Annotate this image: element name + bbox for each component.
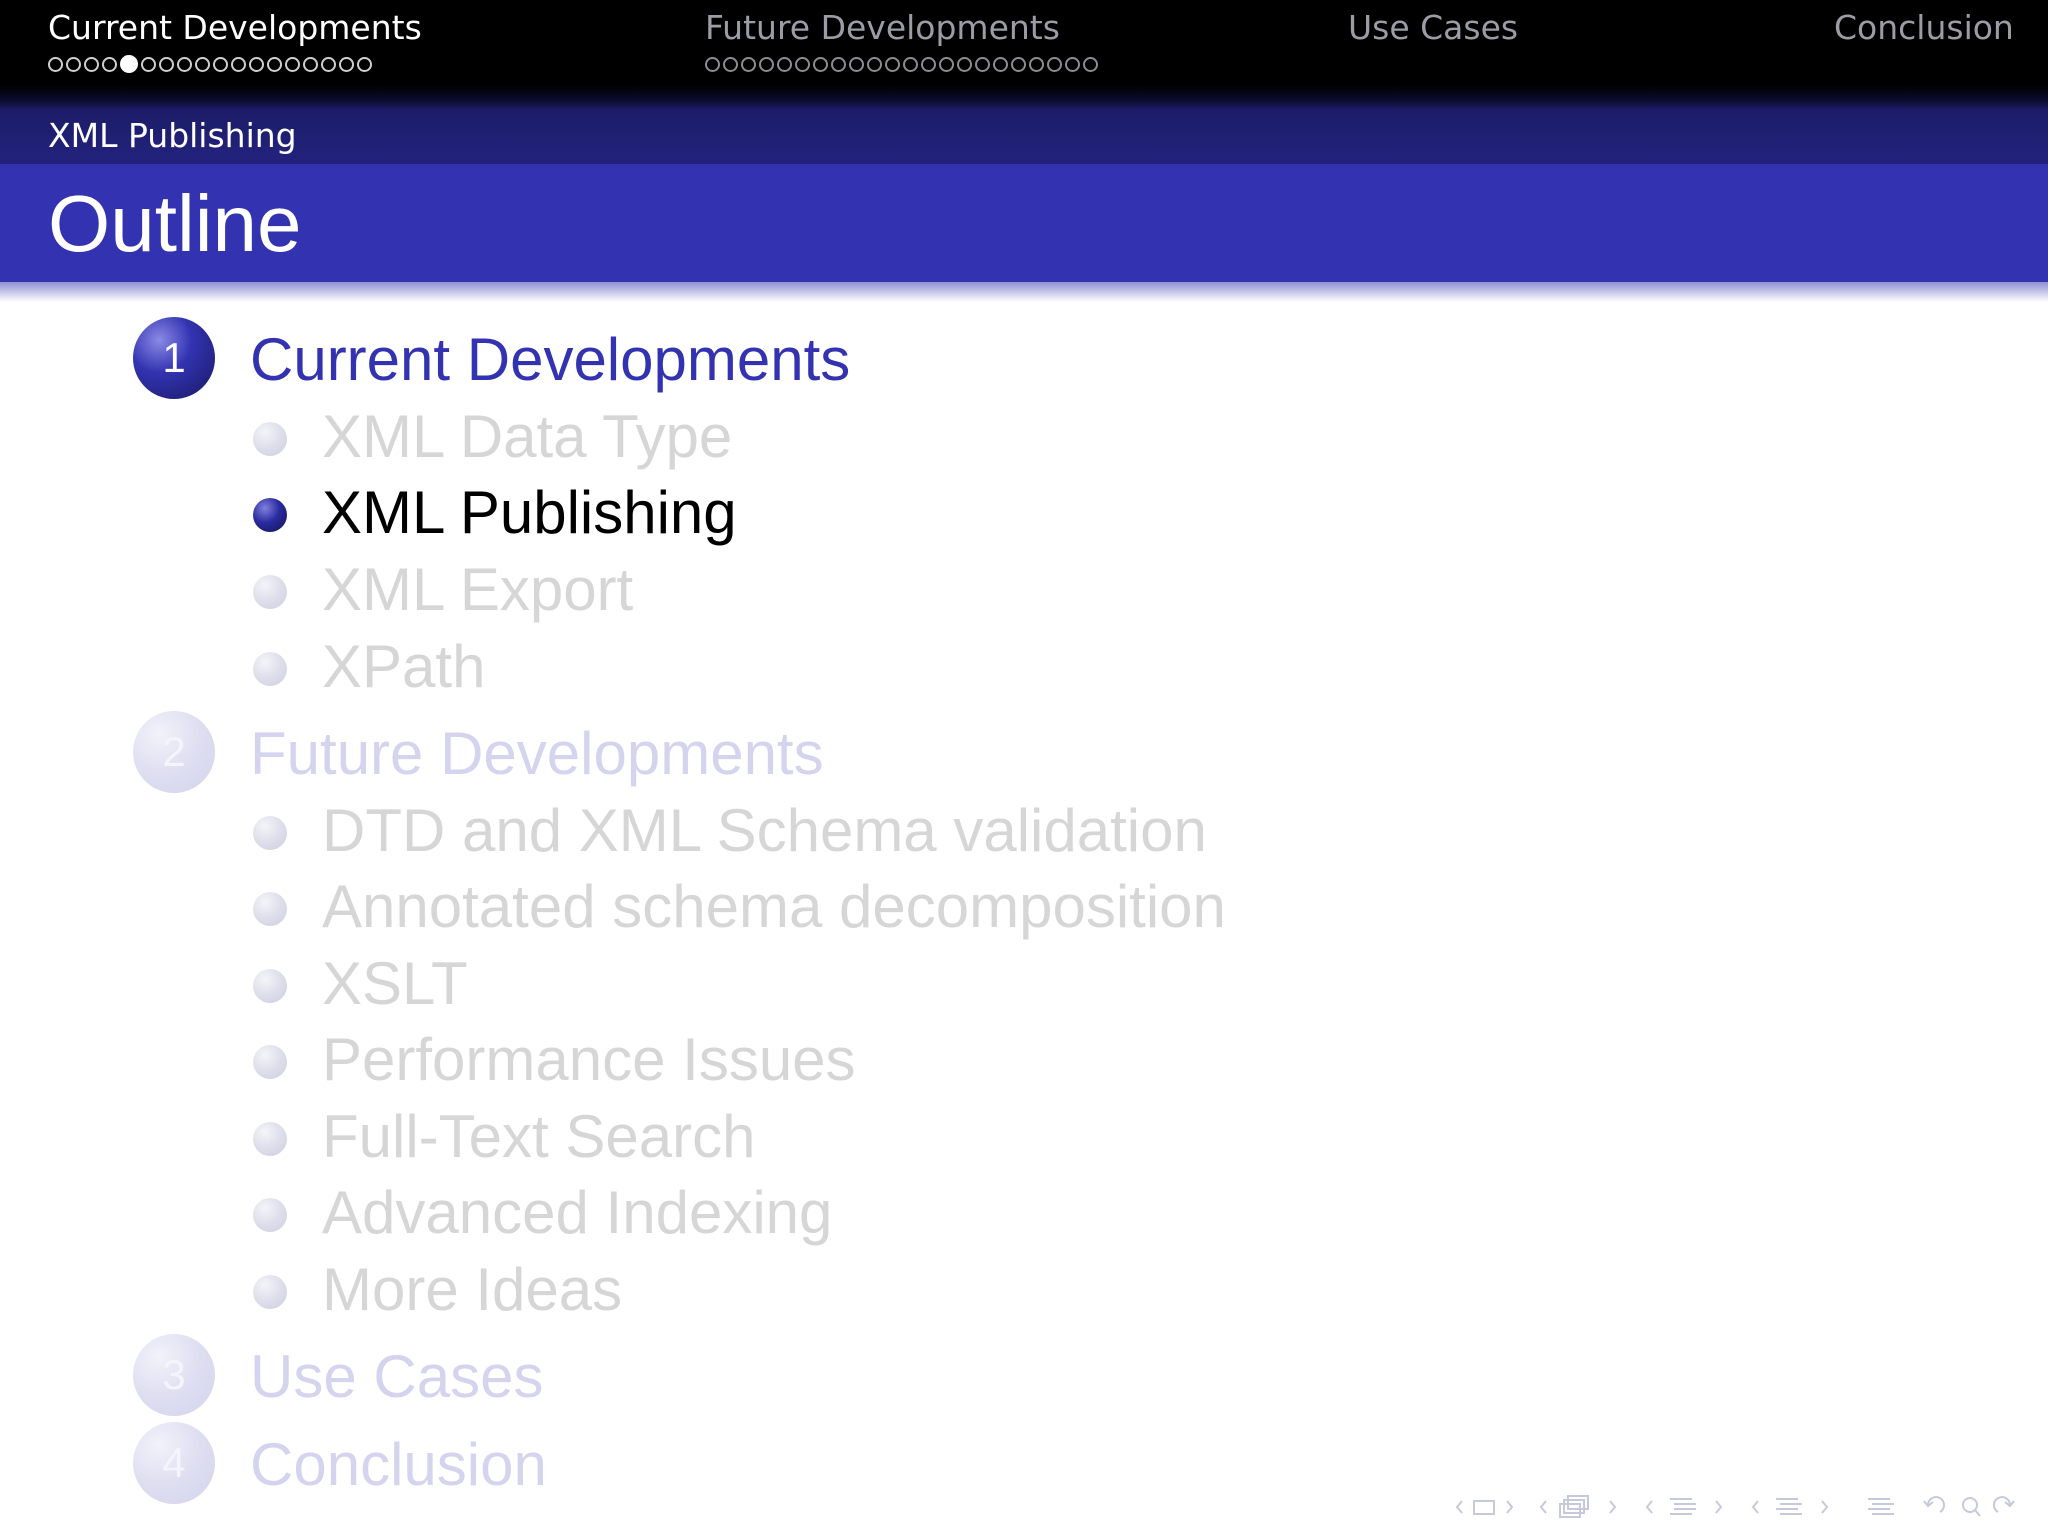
frame-dot[interactable] bbox=[867, 56, 882, 72]
outline-item-label[interactable]: Advanced Indexing bbox=[322, 1178, 832, 1248]
frame-dot[interactable] bbox=[705, 56, 720, 72]
nav-section-label[interactable]: Use Cases bbox=[1348, 8, 1518, 48]
bullet-icon bbox=[253, 816, 287, 850]
frame-dot[interactable] bbox=[759, 56, 774, 72]
bullet-icon bbox=[253, 575, 287, 609]
frame-dot[interactable] bbox=[813, 56, 828, 72]
outline-item-label[interactable]: More Ideas bbox=[322, 1255, 622, 1325]
section-number-ball: 3 bbox=[133, 1334, 215, 1416]
back-forward-search-icon[interactable] bbox=[1918, 1492, 2028, 1522]
frame-dot[interactable] bbox=[267, 56, 282, 72]
document-nav-icon[interactable] bbox=[1854, 1492, 1904, 1522]
nav-section-use-cases[interactable]: Use Cases bbox=[1348, 8, 1518, 48]
frame-dot[interactable] bbox=[795, 56, 810, 72]
outline-item-label[interactable]: XSLT bbox=[322, 949, 468, 1019]
frame-dot[interactable] bbox=[231, 56, 246, 72]
outline-section-label[interactable]: Future Developments bbox=[250, 719, 824, 789]
frame-dot[interactable] bbox=[321, 56, 336, 72]
bullet-icon bbox=[253, 969, 287, 1003]
frame-dot[interactable] bbox=[102, 56, 117, 72]
subsection-title: XML Publishing bbox=[48, 116, 297, 155]
frame-dot[interactable] bbox=[66, 56, 81, 72]
bullet-icon bbox=[253, 1122, 287, 1156]
frame-dot[interactable] bbox=[903, 56, 918, 72]
frame-dots bbox=[705, 53, 1101, 75]
outline-section-label[interactable]: Conclusion bbox=[250, 1430, 547, 1500]
section-number-ball: 2 bbox=[133, 711, 215, 793]
bullet-icon bbox=[253, 498, 287, 532]
outline-item-label[interactable]: XPath bbox=[322, 632, 485, 702]
frame-dot[interactable] bbox=[1047, 56, 1062, 72]
frame-dot[interactable] bbox=[1011, 56, 1026, 72]
outline-section-label[interactable]: Use Cases bbox=[250, 1342, 543, 1412]
outline-section-label[interactable]: Current Developments bbox=[250, 325, 850, 395]
section-nav-icon[interactable] bbox=[1748, 1492, 1840, 1522]
frame-dot[interactable] bbox=[195, 56, 210, 72]
section-number-ball: 4 bbox=[133, 1422, 215, 1504]
frame-dot[interactable] bbox=[177, 56, 192, 72]
frame-dot[interactable] bbox=[723, 56, 738, 72]
frame-dot[interactable] bbox=[249, 56, 264, 72]
nav-section-conclusion[interactable]: Conclusion bbox=[1834, 8, 2014, 48]
frame-dot[interactable] bbox=[1083, 56, 1098, 72]
slide-nav-icon[interactable] bbox=[1452, 1492, 1522, 1522]
nav-section-current-developments[interactable]: Current Developments bbox=[48, 8, 422, 75]
frame-dot[interactable] bbox=[885, 56, 900, 72]
bullet-icon bbox=[253, 1198, 287, 1232]
frame-dot[interactable] bbox=[48, 56, 63, 72]
section-navigation-bar: Current Developments Future Developments… bbox=[0, 0, 2048, 110]
frame-dot[interactable] bbox=[141, 56, 156, 72]
outline-item-label[interactable]: Performance Issues bbox=[322, 1025, 856, 1095]
frame-dot[interactable] bbox=[1029, 56, 1044, 72]
outline-item-label[interactable]: XML Data Type bbox=[322, 402, 732, 472]
subsection-nav-icon[interactable] bbox=[1642, 1492, 1734, 1522]
navigation-symbols bbox=[1438, 1490, 2028, 1524]
bullet-icon bbox=[253, 1045, 287, 1079]
frame-dot[interactable] bbox=[921, 56, 936, 72]
frame-title: Outline bbox=[48, 179, 302, 268]
section-number-ball: 1 bbox=[133, 317, 215, 399]
outline-item-label[interactable]: XML Export bbox=[322, 555, 633, 625]
frame-dot[interactable] bbox=[303, 56, 318, 72]
frame-dot[interactable] bbox=[1065, 56, 1080, 72]
outline-item-label[interactable]: Annotated schema decomposition bbox=[322, 872, 1226, 942]
frame-dot[interactable] bbox=[831, 56, 846, 72]
nav-section-future-developments[interactable]: Future Developments bbox=[705, 8, 1101, 75]
frame-dot[interactable] bbox=[777, 56, 792, 72]
outline-item-label[interactable]: DTD and XML Schema validation bbox=[322, 796, 1207, 866]
frame-dot[interactable] bbox=[213, 56, 228, 72]
title-shadow bbox=[0, 282, 2048, 302]
bullet-icon bbox=[253, 652, 287, 686]
outline-item-label[interactable]: Full-Text Search bbox=[322, 1102, 755, 1172]
bullet-icon bbox=[253, 422, 287, 456]
frame-dot[interactable] bbox=[339, 56, 354, 72]
subsection-header: XML Publishing bbox=[0, 110, 2048, 164]
nav-section-label[interactable]: Conclusion bbox=[1834, 8, 2014, 48]
frame-dot[interactable] bbox=[993, 56, 1008, 72]
frame-dot[interactable] bbox=[159, 56, 174, 72]
frame-nav-icon[interactable] bbox=[1536, 1492, 1628, 1522]
frame-dot[interactable] bbox=[849, 56, 864, 72]
bullet-icon bbox=[253, 1275, 287, 1309]
bullet-icon bbox=[253, 892, 287, 926]
frame-dots bbox=[48, 53, 422, 75]
frame-dot[interactable] bbox=[975, 56, 990, 72]
frame-dot[interactable] bbox=[84, 56, 99, 72]
nav-section-label[interactable]: Future Developments bbox=[705, 8, 1101, 48]
outline-item-label[interactable]: XML Publishing bbox=[322, 478, 737, 548]
frame-title-bar: Outline bbox=[0, 164, 2048, 282]
frame-dot[interactable] bbox=[741, 56, 756, 72]
frame-dot[interactable] bbox=[357, 56, 372, 72]
frame-dot[interactable] bbox=[939, 56, 954, 72]
nav-section-label[interactable]: Current Developments bbox=[48, 8, 422, 48]
frame-dot[interactable] bbox=[285, 56, 300, 72]
frame-dot[interactable] bbox=[957, 56, 972, 72]
current-frame-dot[interactable] bbox=[120, 55, 138, 73]
